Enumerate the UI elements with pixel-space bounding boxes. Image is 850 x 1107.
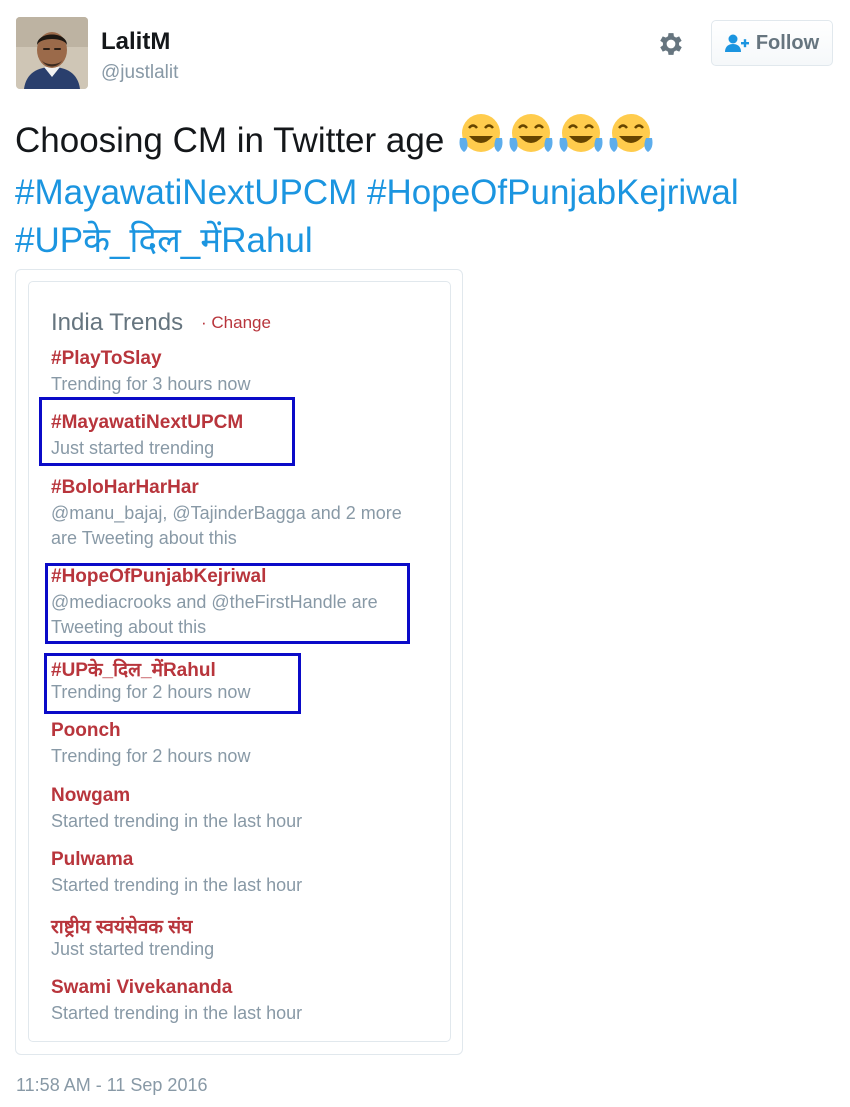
trend-description: Trending for 3 hours now: [51, 374, 251, 394]
add-user-icon: [724, 34, 749, 52]
user-name[interactable]: LalitM: [101, 28, 170, 56]
trend-name[interactable]: Pulwama: [51, 849, 133, 871]
tears-of-joy-emoji-icon: [558, 112, 604, 169]
trend-description: Trending for 2 hours now: [51, 746, 251, 766]
trend-description: are Tweeting about this: [51, 528, 237, 548]
tweet-header: LalitM @justlalit Follow: [0, 0, 850, 100]
tweet-line-2: #MayawatiNextUPCM #HopeOfPunjabKejriwal: [15, 169, 835, 217]
gear-icon[interactable]: [656, 29, 686, 59]
highlight-box: [45, 563, 410, 644]
avatar[interactable]: [16, 17, 88, 89]
trend-description: Started trending in the last hour: [51, 811, 303, 831]
tweet-body: Choosing CM in Twitter age: [15, 121, 445, 160]
highlight-box: [44, 653, 301, 714]
follow-label: Follow: [755, 31, 820, 54]
hashtag-link[interactable]: #UPके_दिल_मेंRahul: [15, 221, 313, 260]
trend-name[interactable]: #PlayToSlay: [51, 348, 162, 370]
tweet-timestamp[interactable]: 11:58 AM - 11 Sep 2016: [16, 1075, 207, 1096]
hashtag-link[interactable]: #HopeOfPunjabKejriwal: [367, 173, 739, 212]
trends-change-link[interactable]: · Change: [201, 313, 271, 333]
follow-button[interactable]: Follow: [711, 20, 833, 66]
trend-name[interactable]: Nowgam: [51, 785, 130, 807]
trend-description: Just started trending: [51, 939, 215, 959]
avatar-photo: [16, 17, 88, 89]
tears-of-joy-emoji-icon: [458, 112, 504, 169]
trend-name[interactable]: #BoloHarHarHar: [51, 477, 199, 499]
tweet-line-1: Choosing CM in Twitter age: [15, 112, 835, 169]
trend-description: Started trending in the last hour: [51, 1003, 303, 1023]
trend-name[interactable]: राष्ट्रीय स्वयंसेवक संघ: [51, 913, 192, 939]
trend-description: @manu_bajaj, @TajinderBagga and 2 more: [51, 503, 402, 523]
tweet-line-3: #UPके_दिल_मेंRahul: [15, 217, 835, 265]
hashtag-link[interactable]: #MayawatiNextUPCM: [15, 173, 357, 212]
trends-title: India Trends: [51, 309, 184, 336]
trend-name[interactable]: Swami Vivekananda: [51, 977, 232, 999]
tears-of-joy-emoji-icon: [608, 112, 654, 169]
tears-of-joy-emoji-icon: [508, 112, 554, 169]
user-handle[interactable]: @justlalit: [101, 62, 178, 84]
tweet-text: Choosing CM in Twitter age #MayawatiNext…: [15, 112, 835, 265]
highlight-box: [39, 397, 295, 466]
trend-name[interactable]: Poonch: [51, 720, 121, 742]
trend-description: Started trending in the last hour: [51, 875, 303, 895]
